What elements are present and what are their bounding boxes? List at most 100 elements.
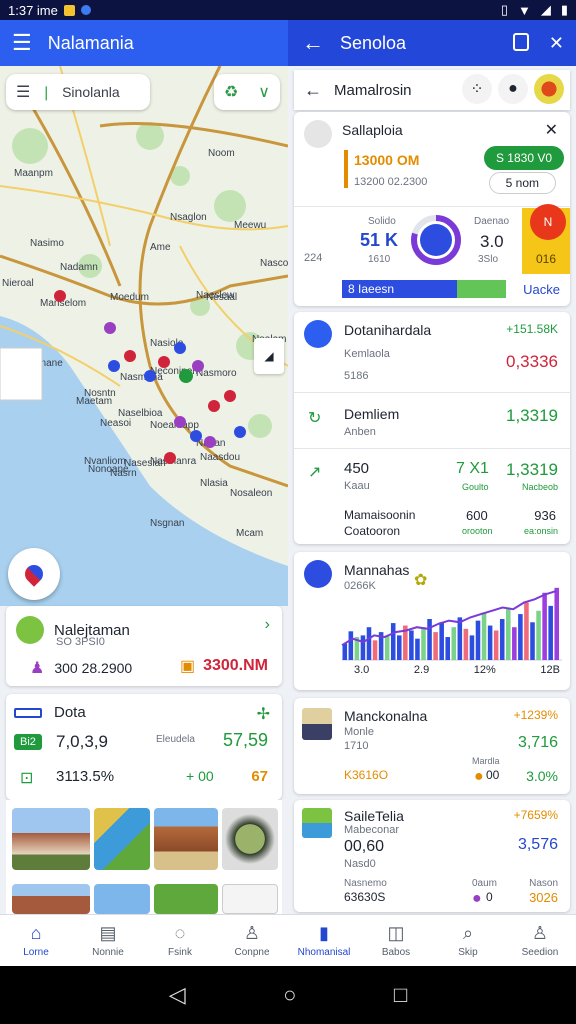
right-top-label: Daenao: [474, 216, 510, 227]
nav-home[interactable]: ⌂ Lorne: [0, 915, 72, 966]
chart-bar: [427, 619, 432, 660]
map-view[interactable]: NoomMaanpmNadamn MoedumNesaalNasiolo Nea…: [0, 66, 288, 606]
stats-foot2: Coatooron: [344, 524, 401, 538]
bottom-navigation: ⌂ Lorne ▤ Nonnie ◌ Fsink ♙ Conpne ▮ Nhomanisa…: [0, 914, 576, 966]
pill-green[interactable]: S 1830 V0: [483, 146, 564, 170]
map-filter-chip[interactable]: ♻ ∨: [214, 74, 280, 110]
chart-bar: [360, 635, 366, 660]
svg-text:Nlasia: Nlasia: [200, 478, 228, 489]
left-summary-card[interactable]: Nalejtaman › SO 3PSI0 ♟ 300 28.2900 ▣ 33…: [6, 606, 282, 686]
pin-green-icon[interactable]: ✢: [257, 704, 270, 724]
edit-icon[interactable]: [512, 32, 529, 51]
person2-pct: +7659%: [513, 808, 558, 822]
left-small: 1610: [368, 254, 391, 265]
person1-small: 00: [486, 768, 500, 782]
dots-icon[interactable]: ⁘: [462, 74, 492, 104]
photo-field[interactable]: [154, 884, 218, 914]
status-bar: 1:37 ime ▯ ▼ ◢ ▮: [0, 0, 576, 20]
summary-card[interactable]: Sallaploia ✕ 13000 OM 13200 02.2300 S 18…: [294, 112, 570, 306]
profile-avatar[interactable]: [534, 74, 564, 104]
chart-bar: [439, 622, 444, 660]
search-icon: ⌕: [462, 923, 474, 943]
bar-chart: [341, 587, 562, 661]
hamburger-icon[interactable]: ☰: [16, 82, 30, 102]
home-circle-icon[interactable]: ○: [283, 982, 296, 1008]
nav-chat[interactable]: ◌ Fsink: [144, 915, 216, 966]
person2-val2: 3026: [529, 890, 558, 905]
right-app-bar: ← Senoloa ✕: [288, 20, 576, 66]
stats-card[interactable]: Dotanihardala +151.58K Kemlaola 0,3336 5…: [294, 312, 570, 544]
svg-text:Maetam: Maetam: [76, 396, 112, 407]
chart-bar: [463, 628, 469, 660]
back-arrow-icon[interactable]: ←: [302, 30, 324, 56]
person2-foot2: 0aum: [472, 878, 498, 889]
chart-card[interactable]: Mannahas 0266K ✿ 3.0 2.9 12% 12B: [294, 552, 570, 690]
summary-title: Sallaploia: [342, 122, 403, 138]
chart-icon: [304, 560, 332, 588]
nav-account[interactable]: ♙ Seedion: [504, 915, 576, 966]
recents-square-icon[interactable]: □: [394, 982, 407, 1008]
coin-small-icon: ●: [474, 768, 484, 785]
nav-search[interactable]: ⌕ Skip: [432, 915, 504, 966]
summary-date: 13200 02.2300: [354, 176, 428, 188]
nav-label: Seedion: [521, 947, 559, 958]
nav-profile[interactable]: ♙ Conpne: [216, 915, 288, 966]
left-card2-title: Dota: [54, 704, 86, 721]
bar-right[interactable]: Uacke: [523, 282, 560, 297]
person2-left: 00,60: [344, 838, 385, 855]
stats-title: Dotanihardala: [344, 322, 432, 338]
nav-books[interactable]: ◫ Babos: [360, 915, 432, 966]
layers-icon: ◢: [264, 349, 274, 363]
nav-clipboard[interactable]: ▮ Nhomanisal: [288, 915, 360, 966]
nav-notes[interactable]: ▤ Nonnie: [72, 915, 144, 966]
left-num: 224: [304, 252, 323, 264]
chevron-right-icon[interactable]: ›: [265, 616, 270, 634]
shield-icon[interactable]: ●: [498, 74, 528, 104]
map-search-box[interactable]: ☰ ❘ Sinolanla: [6, 74, 150, 110]
person-avatar-1: [302, 708, 332, 740]
location-pin-icon: ❘: [40, 83, 53, 100]
person-card-2[interactable]: SaileTelia +7659% Mabeconar 00,60 3,576 …: [294, 800, 570, 912]
svg-text:Nsaglon: Nsaglon: [170, 212, 207, 223]
back-icon[interactable]: ←: [304, 80, 322, 101]
person-icon: ♙: [243, 923, 261, 943]
person2-amount: 63630S: [344, 890, 386, 904]
person1-sub3: Mardla: [472, 756, 500, 766]
vibrate-icon: ▯: [500, 2, 508, 17]
photo-round-building[interactable]: [222, 808, 278, 870]
photo-river[interactable]: [94, 808, 150, 870]
svg-text:Ame: Ame: [150, 242, 171, 253]
stats-mid: 7 X1: [456, 460, 489, 477]
photo-chart[interactable]: [222, 884, 278, 914]
alert-badge[interactable]: N: [530, 204, 566, 240]
chart-bar: [384, 635, 390, 660]
photo-pagoda[interactable]: [154, 808, 218, 870]
photo-sky[interactable]: [94, 884, 150, 914]
photo-house[interactable]: [12, 884, 90, 914]
stats-pct: +151.58K: [506, 322, 558, 336]
chart-bar: [481, 612, 487, 660]
chart-bar: [499, 619, 505, 660]
pill-outline[interactable]: 5 nom: [488, 172, 556, 194]
x-tick-label: 2.9: [413, 664, 430, 676]
map-layers-button[interactable]: ◢: [254, 338, 284, 374]
photo-building[interactable]: [12, 808, 90, 870]
location-button[interactable]: [8, 548, 60, 600]
menu-icon[interactable]: ☰: [12, 30, 32, 56]
person-card-1[interactable]: Manckonalna +1239% Monle 3,716 1710 Mard…: [294, 698, 570, 794]
person2-sub2: Nasd0: [344, 858, 376, 870]
chart-bar: [433, 632, 438, 660]
person-avatar-2: [302, 808, 332, 838]
chart-bar: [542, 592, 547, 660]
svg-text:Nasrn: Nasrn: [110, 468, 137, 479]
close-icon[interactable]: ✕: [545, 120, 558, 140]
share-icon[interactable]: ✕: [549, 33, 564, 54]
left-data-card[interactable]: Dota ✢ Bi2 7,0,3,9 Eleudela 57,59 ⊡ 3113…: [6, 694, 282, 800]
chart-bar: [475, 620, 481, 660]
svg-text:Nascon: Nascon: [260, 258, 288, 269]
left-card2-value3: 3113.5%: [56, 768, 115, 785]
back-triangle-icon[interactable]: ◁: [169, 982, 186, 1008]
status-time: 1:37 ime: [8, 2, 58, 18]
person1-amount: K3616O: [344, 768, 389, 782]
chart-bar: [518, 614, 523, 660]
